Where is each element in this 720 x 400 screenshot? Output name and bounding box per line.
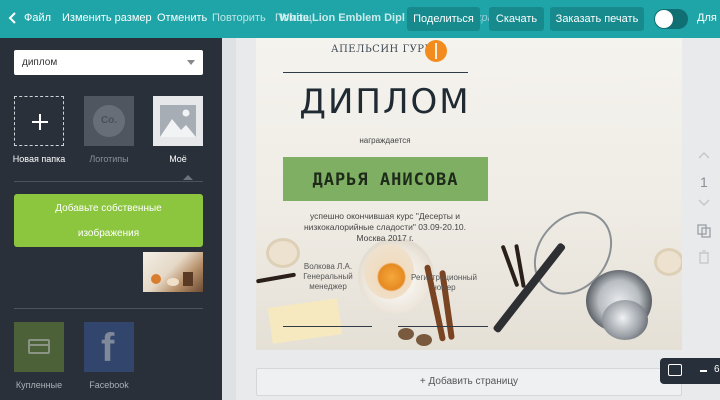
desc-line: Москва 2017 г. [356,233,414,243]
team-label: Для [697,12,717,24]
recipient-name[interactable]: ДАРЬЯ АНИСОВА [283,170,488,190]
facebook-folder[interactable]: f [84,322,134,372]
upload-images-button[interactable]: Добавьте собственные изображения [14,194,203,247]
bottom-controls: 6 [660,358,720,384]
sidebar: диплом Новая папка Co. Логотипы Моё Доба… [0,38,222,400]
card-stripe [30,344,48,346]
undo-button[interactable]: Отменить [157,12,207,24]
desc-line: успешно окончившая курс "Десерты и [310,211,460,221]
toggle-knob [655,10,673,28]
sidebar-scroll-gutter[interactable] [222,38,236,400]
measuring-cup [602,300,648,340]
chevron-left-icon [8,12,16,24]
header-rule[interactable] [283,72,468,73]
recipient-name-box[interactable]: ДАРЬЯ АНИСОВА [283,157,488,201]
nut-decoration [416,334,432,346]
search-input[interactable]: диплом [14,50,203,75]
top-toolbar: Файл Изменить размер Отменить Повторить … [0,0,720,38]
file-menu[interactable]: Файл [24,12,51,24]
logos-label: Логотипы [89,154,129,164]
orange-logo-icon[interactable] [425,40,447,62]
new-folder-label: Новая папка [12,154,66,164]
credit-card-icon [28,339,50,354]
thumb-detail [151,274,161,284]
purchased-folder[interactable] [14,322,64,372]
logo-segment [435,43,437,59]
divider [14,181,203,182]
desc-line: низкокалорийные сладости" 03.09-20.10. [303,222,467,232]
document-title-text: White Lion Emblem Dipl [279,12,405,24]
design-page[interactable]: АПЕЛЬСИН ГУРМЭ ДИПЛОМ награждается ДАРЬЯ… [256,38,682,350]
copy-page-icon[interactable] [697,224,711,241]
zoom-level[interactable]: 6 [714,364,720,375]
home-button[interactable] [7,12,19,27]
signature-line-right[interactable] [398,326,488,327]
plus-icon-v [39,114,41,130]
thumb-detail [167,278,179,286]
diploma-title[interactable]: ДИПЛОМ [256,82,514,122]
move-down-icon[interactable] [698,198,710,210]
my-uploads-label: Моё [169,154,187,164]
team-toggle[interactable] [654,9,688,29]
nut-decoration [398,328,414,340]
facebook-icon: f [101,326,115,370]
image-icon [160,105,196,137]
awarded-text[interactable]: награждается [256,136,514,145]
chevron-down-icon[interactable] [187,60,195,65]
signature-line-left[interactable] [283,326,372,327]
thumb-detail [183,272,193,286]
my-uploads-folder[interactable] [153,96,203,146]
zoom-out-icon[interactable] [700,370,707,372]
share-button[interactable]: Поделиться [407,7,480,31]
presentation-icon[interactable] [668,364,682,376]
active-tab-marker [183,175,193,180]
order-print-button[interactable]: Заказать печать [550,7,644,31]
redo-button[interactable]: Повторить [212,12,266,24]
signature-left[interactable]: Волкова Л.А. Генеральный менеджер [290,262,366,292]
download-button[interactable]: Скачать [489,7,544,31]
trash-icon[interactable] [698,250,710,267]
sig-line-text: Генеральный [303,272,353,281]
move-up-icon[interactable] [698,150,710,162]
resize-button[interactable]: Изменить размер [62,12,152,24]
upload-label-line2: изображения [77,228,140,239]
uploaded-image-thumbnail[interactable] [143,252,203,292]
sig-line-text: менеджер [309,282,347,291]
purchased-label: Купленные [15,380,63,390]
sig-line-text: Волкова Л.А. [303,262,353,271]
add-page-button[interactable]: + Добавить страницу [256,368,682,396]
logos-folder[interactable]: Co. [84,96,134,146]
page-number: 1 [700,174,708,190]
upload-label-line1: Добавьте собственные [55,203,162,214]
signature-right[interactable]: Регистрационный номер [402,273,486,293]
cookie-decoration [654,248,682,276]
new-folder-button[interactable] [14,96,64,146]
search-value: диплом [22,57,58,68]
facebook-label: Facebook [89,380,129,390]
divider [14,308,203,309]
sig-line-text: номер [432,283,456,292]
course-description[interactable]: успешно окончившая курс "Десерты и низко… [270,211,500,244]
logo-icon: Co. [93,105,125,137]
sig-line-text: Регистрационный [411,273,477,282]
